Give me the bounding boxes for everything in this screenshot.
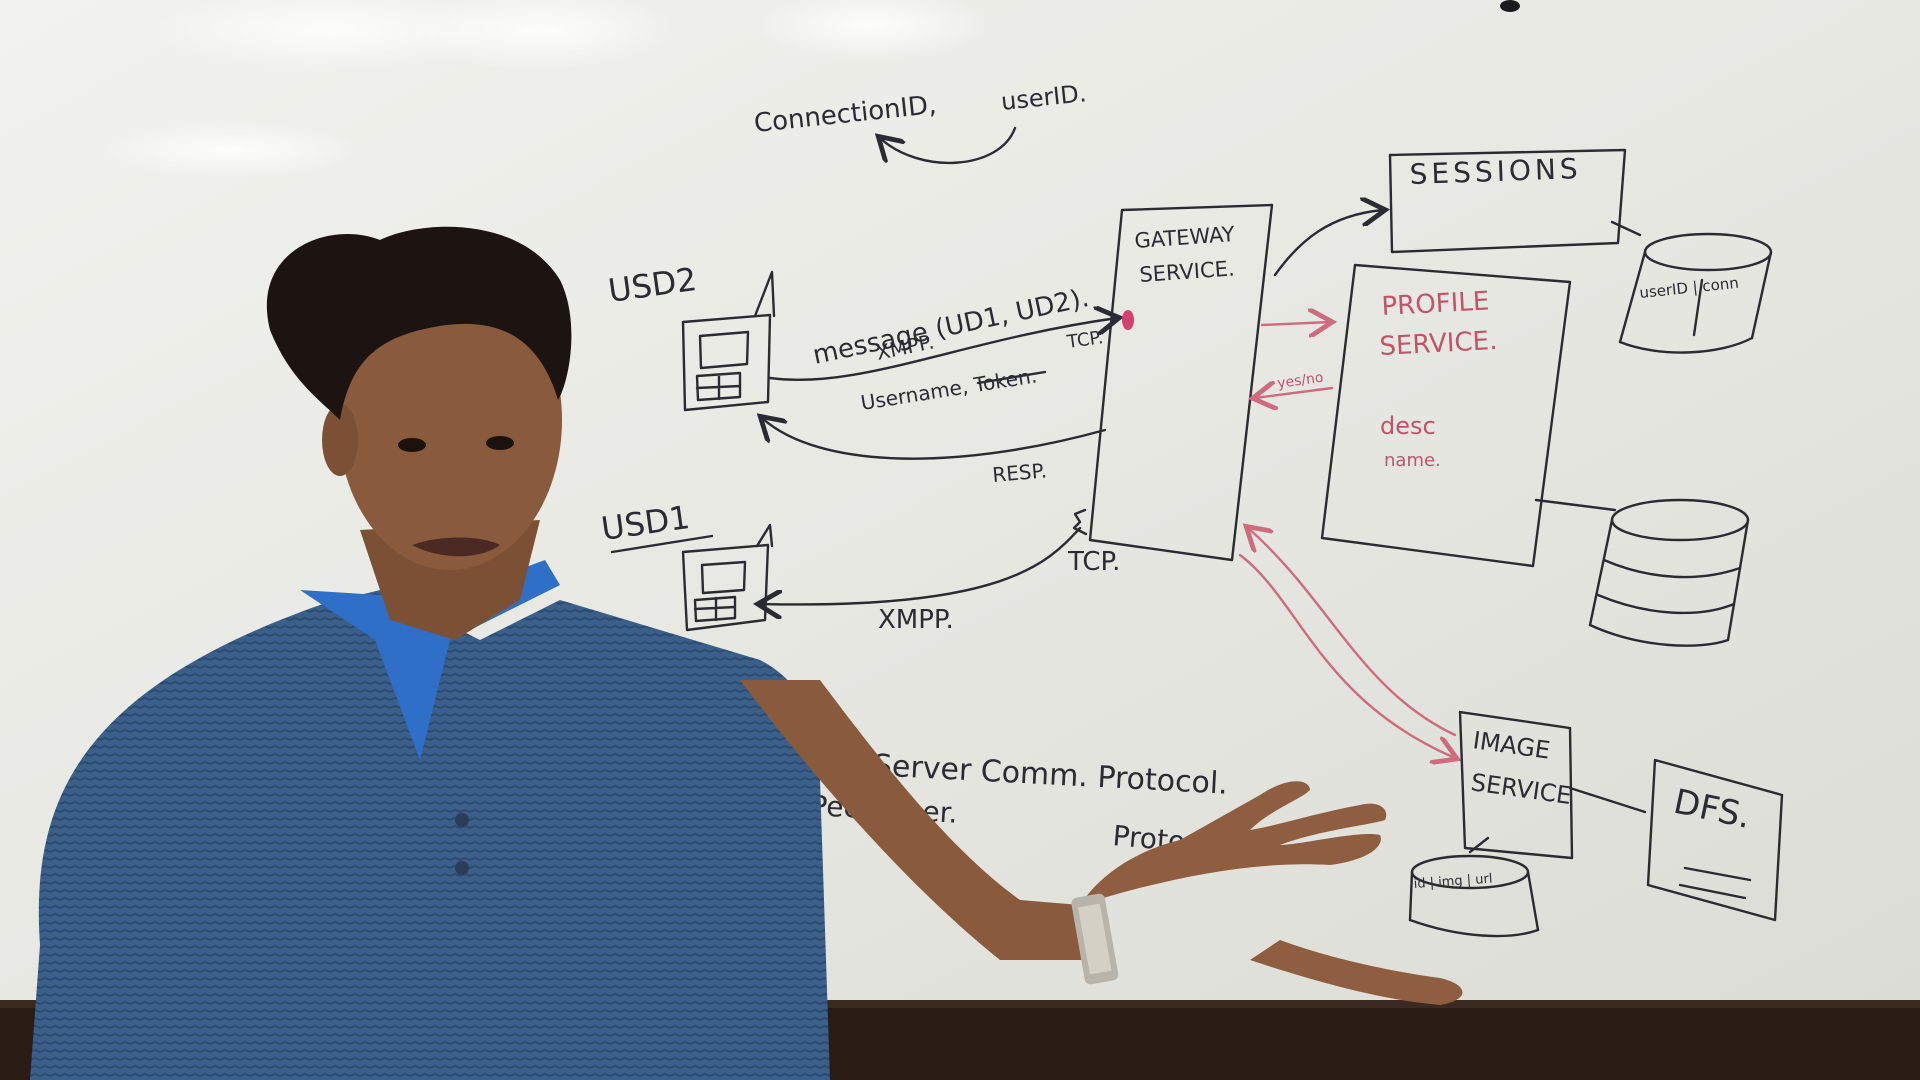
board-mount — [1500, 0, 1520, 12]
marker-dot — [1122, 310, 1134, 330]
sessions-label: SESSIONS — [1409, 152, 1582, 191]
profile-note-desc: desc — [1380, 412, 1436, 440]
light-glare — [100, 122, 360, 178]
response-label: RESP. — [991, 458, 1047, 487]
profile-note-name: name. — [1384, 450, 1441, 471]
profile-subtitle: SERVICE. — [1379, 326, 1498, 362]
whiteboard-scene: ConnectionID, userID. USD2 USD1 message … — [0, 0, 1920, 1080]
profile-title: PROFILE — [1381, 286, 1490, 322]
video-frame: ConnectionID, userID. USD2 USD1 message … — [0, 0, 1920, 1080]
tcp-bottom-label: TCP. — [1067, 547, 1120, 577]
xmpp-bottom-label: XMPP. — [878, 605, 954, 635]
